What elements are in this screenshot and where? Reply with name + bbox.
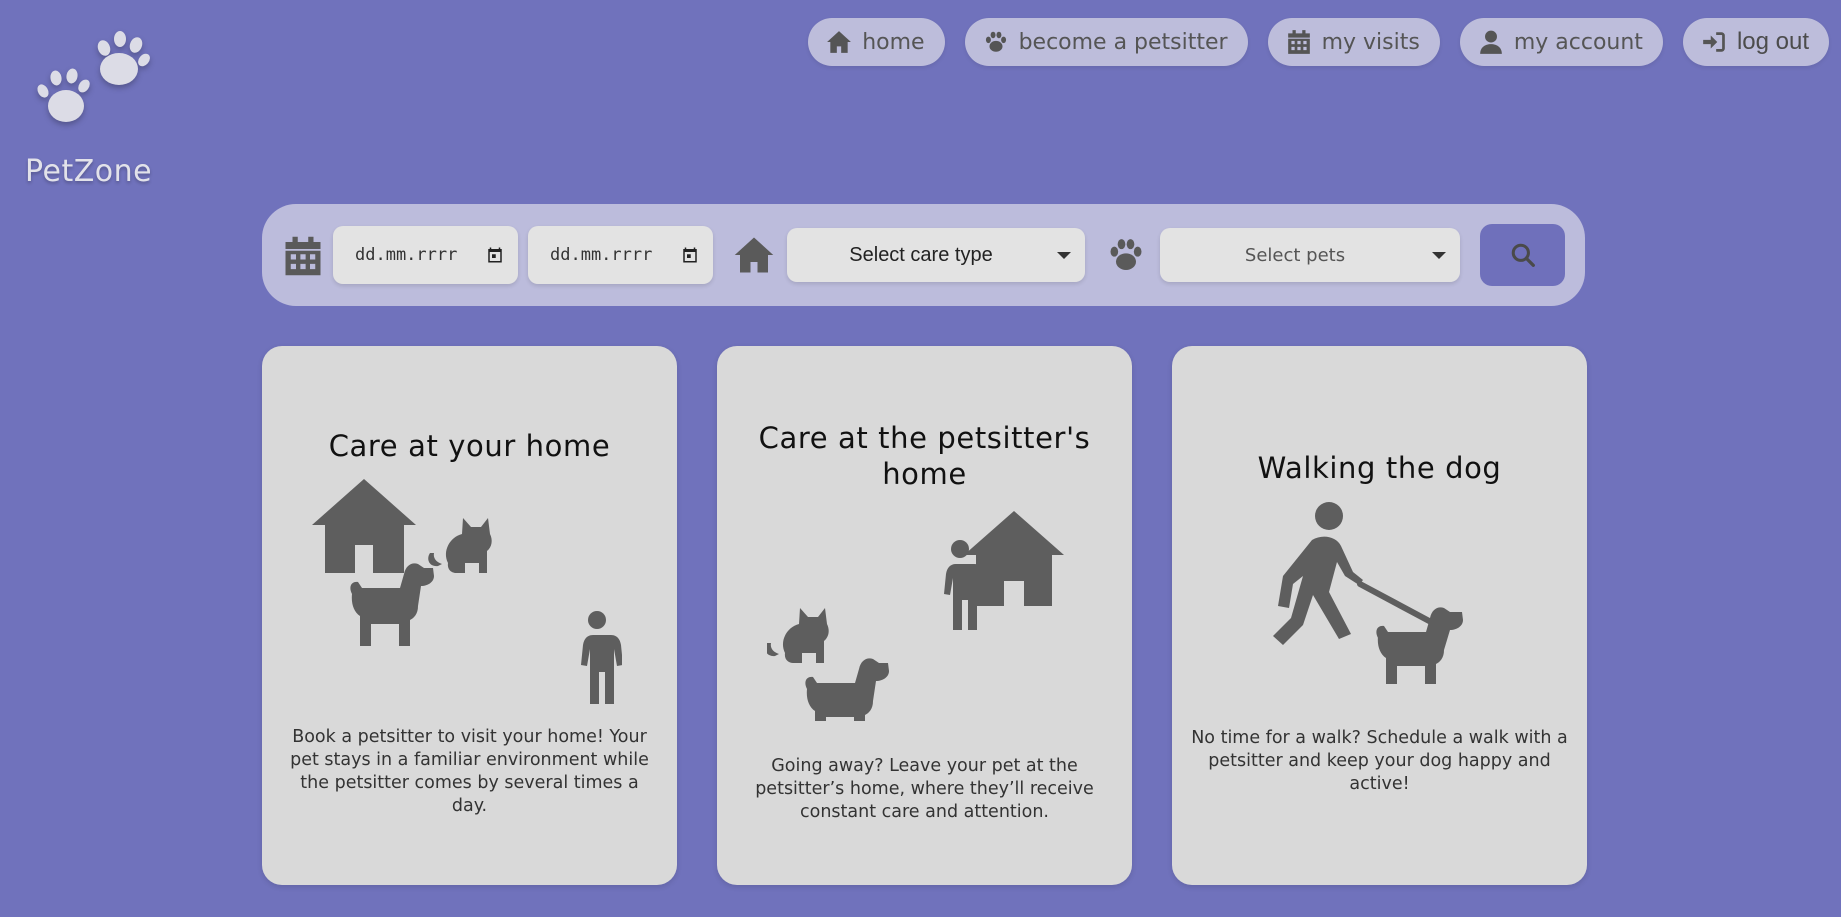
calendar-picker-icon[interactable]	[486, 246, 504, 264]
home-icon	[734, 237, 774, 273]
pets-value: Select pets	[1244, 244, 1346, 266]
care-type-value: Select care type	[849, 243, 993, 266]
search-bar: dd.mm.rrrr dd.mm.rrrr Select care type S…	[262, 204, 1585, 306]
search-icon	[1511, 243, 1535, 267]
date-from-input[interactable]: dd.mm.rrrr	[333, 226, 518, 284]
care-at-your-home-card[interactable]: Care at your home Book a petsitter to vi…	[262, 346, 677, 885]
log-in-icon	[1703, 32, 1725, 52]
care-at-petsitters-home-card[interactable]: Care at the petsitter's home Going away?…	[717, 346, 1132, 885]
card-title: Care at your home	[328, 429, 611, 463]
care-type-select[interactable]: Select care type	[787, 228, 1085, 282]
chevron-down-icon	[1432, 252, 1446, 259]
pets-select[interactable]: Select pets	[1160, 228, 1460, 282]
top-nav: home become a petsitter my visits my acc…	[808, 18, 1829, 66]
card-description: Book a petsitter to visit your home! You…	[290, 727, 649, 816]
paws-logo-icon	[37, 31, 150, 122]
nav-my-visits-button[interactable]: my visits	[1267, 18, 1440, 66]
walking-the-dog-card[interactable]: Walking the dog No time for a walk? Sche…	[1172, 346, 1587, 885]
dog-walking-illustration	[1273, 502, 1463, 684]
nav-my-visits-label: my visits	[1321, 29, 1420, 55]
nav-home-button[interactable]: home	[808, 18, 945, 66]
user-icon	[1480, 30, 1502, 54]
date-from-placeholder: dd.mm.rrrr	[355, 245, 458, 265]
nav-home-label: home	[862, 29, 925, 55]
home-pets-illustration	[312, 479, 622, 704]
cat-icon	[767, 608, 829, 663]
chevron-down-icon	[1057, 252, 1071, 259]
cat-icon	[428, 518, 492, 573]
card-description: Going away? Leave your pet at the petsit…	[755, 756, 1094, 822]
search-button[interactable]	[1480, 224, 1565, 286]
nav-log-out-button[interactable]: log out	[1682, 18, 1829, 66]
paw-icon	[985, 31, 1006, 52]
house-icon	[964, 511, 1064, 606]
house-icon	[312, 479, 416, 573]
home-icon	[827, 31, 852, 53]
dog-icon	[350, 563, 434, 646]
nav-become-petsitter-label: become a petsitter	[1018, 29, 1228, 55]
date-to-placeholder: dd.mm.rrrr	[550, 245, 653, 265]
card-title: Walking the dog	[1257, 451, 1502, 485]
card-title: Care at the petsitter's home	[758, 421, 1091, 491]
person-walking-icon	[1273, 502, 1363, 645]
calendar-icon	[1287, 30, 1310, 54]
brand-name: PetZone	[25, 154, 153, 189]
date-to-input[interactable]: dd.mm.rrrr	[528, 226, 713, 284]
nav-my-account-button[interactable]: my account	[1459, 18, 1663, 66]
calendar-icon	[285, 236, 321, 276]
dog-icon	[805, 658, 889, 721]
petsitter-home-illustration	[767, 511, 1064, 721]
nav-become-petsitter-button[interactable]: become a petsitter	[964, 18, 1248, 66]
brand-logo[interactable]: PetZone	[22, 26, 162, 196]
paw-icon	[1110, 239, 1142, 270]
calendar-picker-icon[interactable]	[681, 246, 699, 264]
person-icon	[581, 611, 622, 704]
nav-log-out-label: log out	[1736, 28, 1809, 55]
nav-my-account-label: my account	[1513, 29, 1643, 55]
card-description: No time for a walk? Schedule a walk with…	[1191, 728, 1568, 794]
